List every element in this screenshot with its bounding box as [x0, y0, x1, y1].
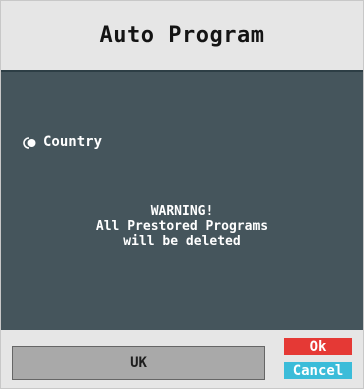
country-value: UK — [130, 355, 147, 371]
country-label: Country — [43, 134, 103, 150]
warning-line: All Prestored Programs — [95, 219, 269, 234]
cancel-button[interactable]: Cancel — [284, 362, 352, 379]
dialog-title: Auto Program — [99, 23, 265, 48]
warning-title: WARNING! — [150, 204, 214, 219]
country-option[interactable]: Country — [23, 134, 102, 150]
warning-message: WARNING! All Prestored Programs will be … — [1, 204, 363, 249]
radio-selected-icon — [23, 135, 37, 149]
country-select[interactable]: UK — [12, 346, 265, 380]
warning-line: will be deleted — [123, 234, 241, 249]
content-panel: Country WARNING! All Prestored Programs … — [1, 72, 363, 330]
ok-button[interactable]: Ok — [284, 338, 352, 355]
footer-bar: UK Ok Cancel — [1, 330, 363, 388]
auto-program-dialog: Auto Program Country WARNING! All Presto… — [0, 0, 364, 389]
title-bar: Auto Program — [1, 1, 363, 72]
